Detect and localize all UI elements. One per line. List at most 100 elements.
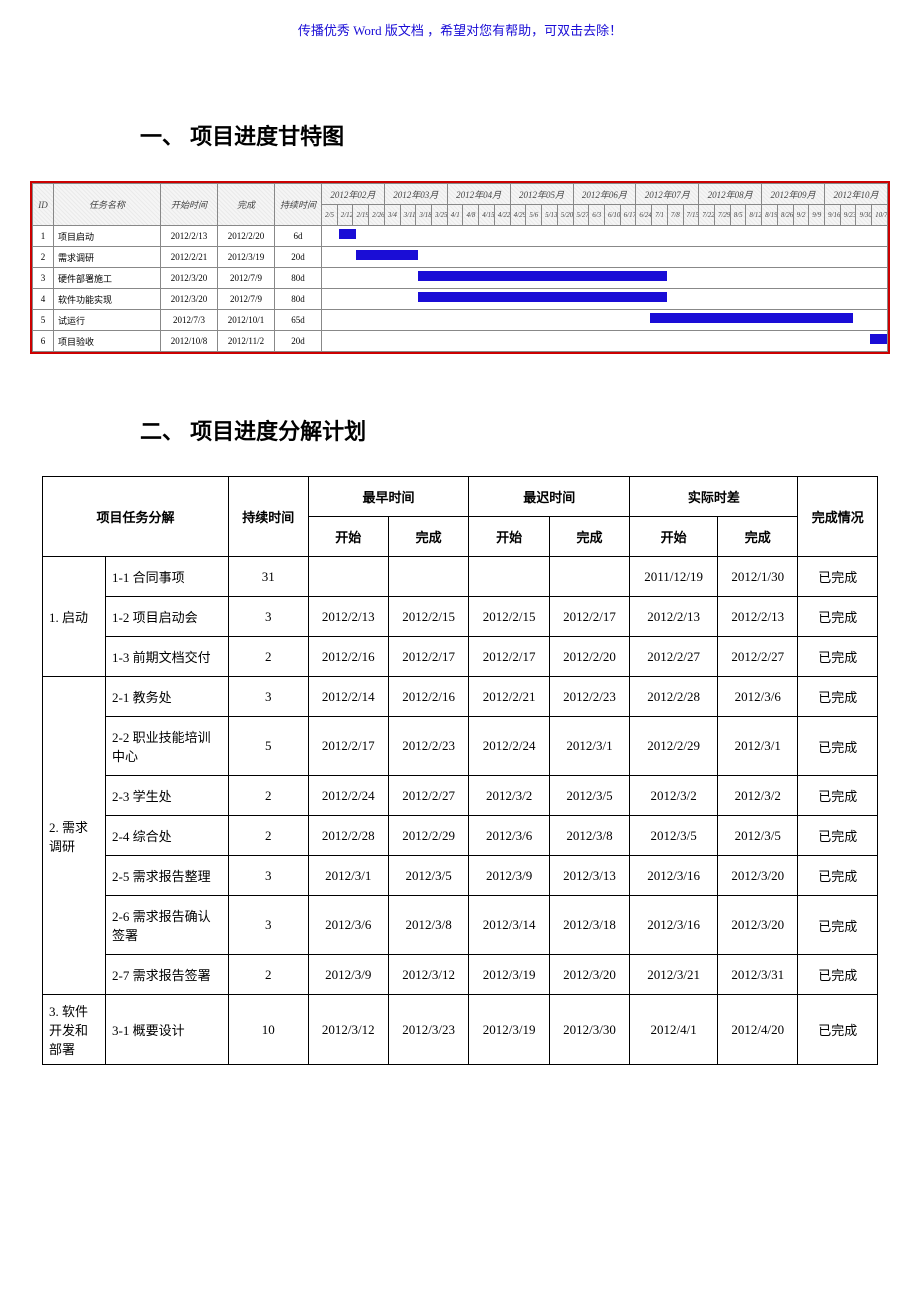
gantt-week: 9/2 xyxy=(793,205,809,226)
cell-a_s: 2012/3/5 xyxy=(630,816,718,856)
gantt-col-id: ID xyxy=(33,184,54,226)
gantt-bar-cell xyxy=(322,289,888,310)
task-name: 1-1 合同事项 xyxy=(106,557,229,597)
gantt-bar xyxy=(418,292,667,302)
gantt-week: 9/16 xyxy=(825,205,841,226)
cell-a_s: 2012/3/16 xyxy=(630,896,718,955)
gantt-cell-start: 2012/3/20 xyxy=(161,268,218,289)
task-name: 2-1 教务处 xyxy=(106,677,229,717)
cell-l_e: 2012/2/20 xyxy=(549,637,629,677)
breakdown-row: 2-5 需求报告整理32012/3/12012/3/52012/3/92012/… xyxy=(43,856,878,896)
cell-dur: 3 xyxy=(229,597,309,637)
cell-dur: 2 xyxy=(229,637,309,677)
gantt-week: 7/15 xyxy=(683,205,699,226)
cell-l_e: 2012/3/20 xyxy=(549,955,629,995)
cell-l_s: 2012/2/17 xyxy=(469,637,549,677)
cell-dur: 5 xyxy=(229,717,309,776)
cell-l_s: 2012/2/15 xyxy=(469,597,549,637)
cell-l_s: 2012/2/21 xyxy=(469,677,549,717)
cell-a_s: 2011/12/19 xyxy=(630,557,718,597)
gantt-week: 7/1 xyxy=(652,205,668,226)
col-duration: 持续时间 xyxy=(229,477,309,557)
gantt-cell-id: 2 xyxy=(33,247,54,268)
cell-a_e: 2012/2/13 xyxy=(718,597,798,637)
gantt-week: 9/30 xyxy=(856,205,872,226)
breakdown-row: 2-6 需求报告确认签署32012/3/62012/3/82012/3/1420… xyxy=(43,896,878,955)
col-end: 完成 xyxy=(718,517,798,557)
cell-a_e: 2012/3/20 xyxy=(718,856,798,896)
gantt-cell-start: 2012/3/20 xyxy=(161,289,218,310)
gantt-week: 8/12 xyxy=(746,205,762,226)
cell-l_s: 2012/3/19 xyxy=(469,995,549,1065)
cell-l_s: 2012/3/14 xyxy=(469,896,549,955)
cell-a_s: 2012/3/21 xyxy=(630,955,718,995)
cell-e_s: 2012/2/16 xyxy=(308,637,388,677)
gantt-week: 7/29 xyxy=(714,205,730,226)
cell-e_s: 2012/2/28 xyxy=(308,816,388,856)
cell-l_e: 2012/3/13 xyxy=(549,856,629,896)
cell-a_e: 2012/3/6 xyxy=(718,677,798,717)
cell-status: 已完成 xyxy=(798,995,878,1065)
gantt-cell-end: 2012/10/1 xyxy=(218,310,275,331)
gantt-cell-end: 2012/3/19 xyxy=(218,247,275,268)
cell-l_e: 2012/3/18 xyxy=(549,896,629,955)
task-name: 2-6 需求报告确认签署 xyxy=(106,896,229,955)
gantt-week: 5/20 xyxy=(557,205,573,226)
task-name: 3-1 概要设计 xyxy=(106,995,229,1065)
gantt-row: 1项目启动2012/2/132012/2/206d xyxy=(33,226,888,247)
gantt-week: 7/22 xyxy=(699,205,715,226)
cell-e_e: 2012/3/23 xyxy=(388,995,468,1065)
cell-dur: 2 xyxy=(229,816,309,856)
cell-status: 已完成 xyxy=(798,717,878,776)
gantt-cell-task: 硬件部署施工 xyxy=(54,268,161,289)
gantt-week: 3/25 xyxy=(432,205,448,226)
gantt-month: 2012年08月 xyxy=(699,184,762,205)
cell-dur: 3 xyxy=(229,896,309,955)
gantt-week: 8/5 xyxy=(730,205,746,226)
breakdown-row: 2-2 职业技能培训中心52012/2/172012/2/232012/2/24… xyxy=(43,717,878,776)
breakdown-row: 1-3 前期文档交付22012/2/162012/2/172012/2/1720… xyxy=(43,637,878,677)
gantt-week: 8/26 xyxy=(777,205,793,226)
gantt-bar-cell xyxy=(322,247,888,268)
task-name: 2-3 学生处 xyxy=(106,776,229,816)
cell-e_e: 2012/2/29 xyxy=(388,816,468,856)
cell-a_s: 2012/3/16 xyxy=(630,856,718,896)
gantt-week: 6/3 xyxy=(589,205,605,226)
gantt-week: 4/15 xyxy=(479,205,495,226)
cell-l_e: 2012/2/17 xyxy=(549,597,629,637)
cell-dur: 2 xyxy=(229,776,309,816)
gantt-bar-cell xyxy=(322,268,888,289)
group-name: 3. 软件开发和部署 xyxy=(43,995,106,1065)
gantt-cell-task: 试运行 xyxy=(54,310,161,331)
cell-e_s: 2012/2/17 xyxy=(308,717,388,776)
gantt-bar xyxy=(650,313,853,323)
gantt-cell-id: 6 xyxy=(33,331,54,352)
gantt-cell-duration: 20d xyxy=(275,331,322,352)
task-name: 2-2 职业技能培训中心 xyxy=(106,717,229,776)
gantt-cell-task: 需求调研 xyxy=(54,247,161,268)
gantt-week: 4/22 xyxy=(494,205,510,226)
breakdown-row: 2-7 需求报告签署22012/3/92012/3/122012/3/19201… xyxy=(43,955,878,995)
gantt-month: 2012年03月 xyxy=(384,184,447,205)
gantt-cell-start: 2012/10/8 xyxy=(161,331,218,352)
col-earliest: 最早时间 xyxy=(308,477,469,517)
gantt-week: 8/19 xyxy=(762,205,778,226)
gantt-cell-start: 2012/2/21 xyxy=(161,247,218,268)
cell-dur: 3 xyxy=(229,677,309,717)
gantt-row: 6项目验收2012/10/82012/11/220d xyxy=(33,331,888,352)
col-start: 开始 xyxy=(469,517,549,557)
cell-l_e: 2012/3/1 xyxy=(549,717,629,776)
gantt-cell-end: 2012/7/9 xyxy=(218,268,275,289)
group-name: 1. 启动 xyxy=(43,557,106,677)
section2-title: 二、 项目进度分解计划 xyxy=(140,414,900,446)
gantt-week: 10/7 xyxy=(872,205,888,226)
cell-e_s: 2012/2/14 xyxy=(308,677,388,717)
cell-e_s: 2012/3/12 xyxy=(308,995,388,1065)
col-end: 完成 xyxy=(388,517,468,557)
cell-e_s: 2012/3/6 xyxy=(308,896,388,955)
cell-status: 已完成 xyxy=(798,856,878,896)
cell-a_e: 2012/3/5 xyxy=(718,816,798,856)
gantt-bar-cell xyxy=(322,310,888,331)
gantt-week: 2/19 xyxy=(353,205,369,226)
gantt-cell-end: 2012/2/20 xyxy=(218,226,275,247)
